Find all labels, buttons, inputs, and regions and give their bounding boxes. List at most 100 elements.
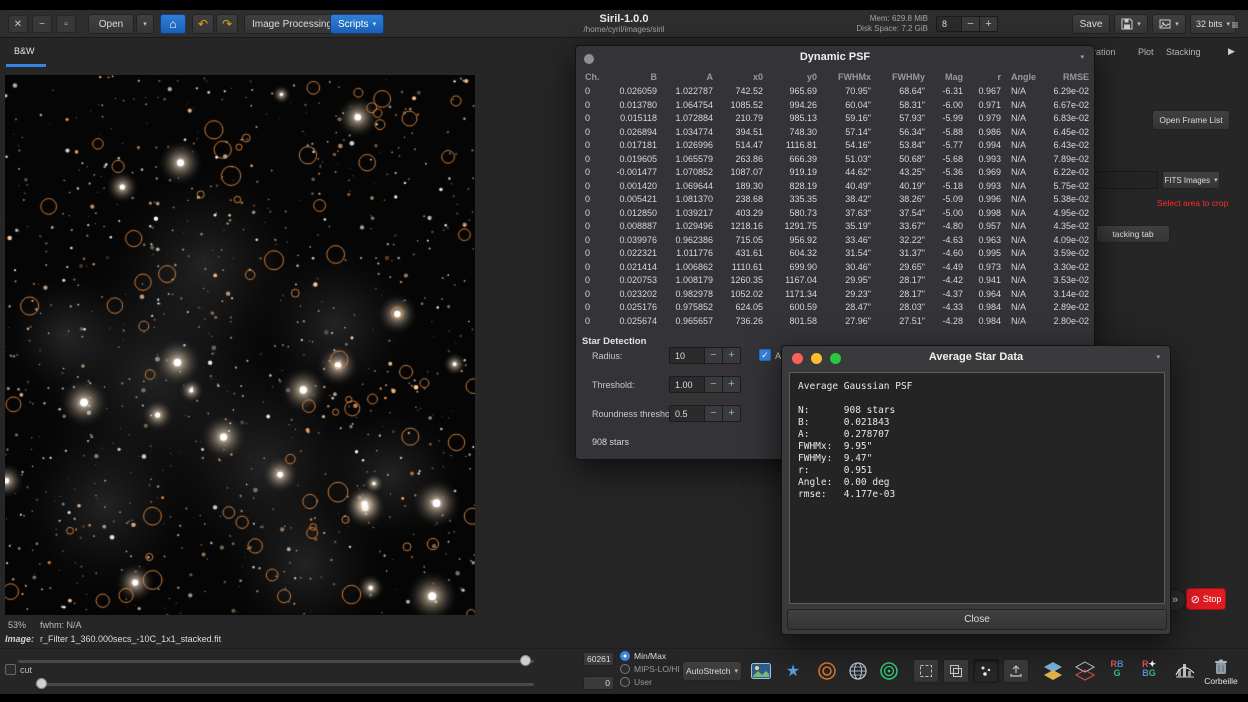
- histogram-icon[interactable]: [1172, 657, 1198, 681]
- roundness-increment-button[interactable]: +: [723, 405, 741, 422]
- hi-slider[interactable]: [18, 660, 534, 663]
- avg-close-button[interactable]: Close: [787, 609, 1167, 630]
- rgb-align-icon[interactable]: R✦BG: [1136, 657, 1162, 681]
- frames-tool-button[interactable]: [943, 659, 969, 683]
- target-icon[interactable]: [876, 659, 902, 683]
- psf-table-row[interactable]: 00.0171811.026996514.471116.8154.16"53.8…: [580, 139, 1092, 153]
- psf-table-row[interactable]: 00.0268941.034774394.51748.3057.14"56.34…: [580, 126, 1092, 140]
- psf-table-row[interactable]: 00.0214141.0068621110.61699.9030.46"29.6…: [580, 261, 1092, 275]
- psf-column-header[interactable]: A: [662, 70, 718, 85]
- cut-checkbox[interactable]: [5, 664, 16, 675]
- psf-table-row[interactable]: 00.0151181.072884210.79985.1359.16"57.93…: [580, 112, 1092, 126]
- psf-collapse-icon[interactable]: ▾: [1080, 54, 1084, 61]
- image-display-icon[interactable]: [748, 659, 774, 683]
- radio-minmax[interactable]: Min/Max: [620, 651, 666, 661]
- psf-column-header[interactable]: x0: [718, 70, 768, 85]
- psf-column-header[interactable]: Mag: [930, 70, 968, 85]
- star-detection-tool-button[interactable]: [973, 659, 999, 683]
- undo-button[interactable]: ↶: [192, 14, 214, 34]
- psf-table-row[interactable]: 00.0399760.962386715.05956.9233.46"32.22…: [580, 234, 1092, 248]
- tab-stacking[interactable]: Stacking: [1166, 47, 1201, 57]
- open-frame-list-button[interactable]: Open Frame List: [1152, 110, 1230, 130]
- psf-column-header[interactable]: y0: [768, 70, 822, 85]
- globe-icon[interactable]: [845, 659, 871, 683]
- radius-value[interactable]: 10: [669, 347, 705, 364]
- layers-color-icon[interactable]: [1040, 659, 1066, 683]
- psf-table-row[interactable]: 00.0137801.0647541085.52994.2660.04"58.3…: [580, 99, 1092, 113]
- export-tool-button[interactable]: [1003, 659, 1029, 683]
- psf-table-row[interactable]: 00.0223211.011776431.61604.3231.54"31.37…: [580, 247, 1092, 261]
- psf-table-row[interactable]: 00.0256740.965657736.26801.5827.96"27.51…: [580, 315, 1092, 329]
- psf-star-table[interactable]: Ch.BAx0y0FWHMxFWHMyMagrAngleRMSE 00.0260…: [580, 70, 1092, 328]
- layers-outline-icon[interactable]: [1072, 659, 1098, 683]
- photometry-rings-icon[interactable]: [814, 659, 840, 683]
- lo-slider[interactable]: [35, 683, 534, 686]
- roundness-spinner[interactable]: 0.5 − +: [669, 405, 741, 422]
- psf-table-row[interactable]: 0-0.0014771.0708521087.07919.1944.62"43.…: [580, 166, 1092, 180]
- save-button[interactable]: Save: [1072, 14, 1110, 34]
- roundness-decrement-button[interactable]: −: [705, 405, 723, 422]
- radio-mipslohi[interactable]: MIPS-LO/HI: [620, 664, 680, 674]
- snapshot-button[interactable]: ▾: [1152, 14, 1186, 34]
- radius-decrement-button[interactable]: −: [705, 347, 723, 364]
- open-button[interactable]: Open: [88, 14, 134, 34]
- threads-value[interactable]: 8: [936, 16, 962, 32]
- lo-slider-handle[interactable]: [36, 678, 47, 689]
- minus-icon: −: [967, 19, 973, 30]
- tab-plot[interactable]: Plot: [1138, 47, 1154, 57]
- tab-bw[interactable]: B&W: [14, 46, 35, 56]
- psf-column-header[interactable]: B: [606, 70, 662, 85]
- roundness-value[interactable]: 0.5: [669, 405, 705, 422]
- psf-column-header[interactable]: r: [968, 70, 1006, 85]
- hi-slider-handle[interactable]: [520, 655, 531, 666]
- tab-registration[interactable]: ration: [1093, 47, 1116, 57]
- autostretch-dropdown[interactable]: AutoStretch▾: [682, 661, 742, 681]
- psf-table-row[interactable]: 00.0196051.065579263.86666.3951.03"50.68…: [580, 153, 1092, 167]
- home-button[interactable]: ⌂: [160, 14, 186, 34]
- fits-images-dropdown[interactable]: FITS Images▾: [1162, 171, 1220, 189]
- threshold-increment-button[interactable]: +: [723, 376, 741, 393]
- hamburger-menu-button[interactable]: ≡: [1228, 18, 1242, 32]
- threshold-spinner[interactable]: 1.00 − +: [669, 376, 741, 393]
- window-minimize-button[interactable]: −: [32, 15, 52, 33]
- psf-table-row[interactable]: 00.0232020.9829781052.021171.3429.23"28.…: [580, 288, 1092, 302]
- selection-tool-button[interactable]: [913, 659, 939, 683]
- threads-decrement-button[interactable]: −: [962, 16, 980, 32]
- psf-table-row[interactable]: 00.0207531.0081791260.351167.0429.95"28.…: [580, 274, 1092, 288]
- open-dropdown-button[interactable]: ▾: [136, 14, 154, 34]
- stacking-tab-button[interactable]: tacking tab: [1096, 225, 1170, 243]
- star-icon[interactable]: ★: [780, 659, 806, 683]
- redo-button[interactable]: ↷: [216, 14, 238, 34]
- threads-spinbox[interactable]: 8 − +: [936, 16, 998, 32]
- psf-column-header[interactable]: Angle: [1006, 70, 1048, 85]
- starfield-canvas[interactable]: [5, 75, 475, 615]
- psf-column-header[interactable]: FWHMx: [822, 70, 876, 85]
- rgb-compose-icon[interactable]: RBG: [1104, 657, 1130, 681]
- psf-table-row[interactable]: 00.0260591.022787742.52965.6970.95"68.64…: [580, 85, 1092, 99]
- histogram-bars-icon: [1175, 660, 1195, 678]
- radius-increment-button[interactable]: +: [723, 347, 741, 364]
- threshold-value[interactable]: 1.00: [669, 376, 705, 393]
- psf-table-row[interactable]: 00.0251760.975852624.05600.5928.47"28.03…: [580, 301, 1092, 315]
- adjust-checkbox[interactable]: ✓: [759, 349, 771, 361]
- threads-increment-button[interactable]: +: [980, 16, 998, 32]
- radio-user[interactable]: User: [620, 677, 652, 687]
- psf-table-row[interactable]: 00.0054211.081370238.68335.3538.42"38.26…: [580, 193, 1092, 207]
- tab-scroll-right-icon[interactable]: ▶: [1228, 46, 1235, 57]
- avg-collapse-icon[interactable]: ▾: [1156, 354, 1160, 361]
- psf-column-header[interactable]: FWHMy: [876, 70, 930, 85]
- stop-button[interactable]: ⊘Stop: [1186, 588, 1226, 610]
- psf-table-row[interactable]: 00.0088871.0294961218.161291.7535.19"33.…: [580, 220, 1092, 234]
- psf-table-row[interactable]: 00.0128501.039217403.29580.7337.63"37.54…: [580, 207, 1092, 221]
- psf-table-row[interactable]: 00.0014201.069644189.30828.1940.49"40.19…: [580, 180, 1092, 194]
- save-as-button[interactable]: ▾: [1114, 14, 1148, 34]
- hi-value-box[interactable]: 60261: [583, 652, 614, 666]
- radius-spinner[interactable]: 10 − +: [669, 347, 741, 364]
- psf-column-header[interactable]: RMSE: [1048, 70, 1092, 85]
- window-maximize-button[interactable]: ▫: [56, 15, 76, 33]
- threshold-decrement-button[interactable]: −: [705, 376, 723, 393]
- scripts-button[interactable]: Scripts▾: [330, 14, 384, 34]
- lo-value-box[interactable]: 0: [583, 676, 614, 690]
- psf-column-header[interactable]: Ch.: [580, 70, 606, 85]
- window-close-button[interactable]: ✕: [8, 15, 28, 33]
